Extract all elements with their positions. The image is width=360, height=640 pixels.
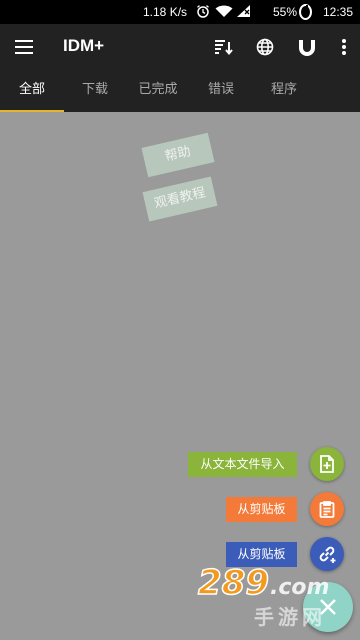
from-clipboard-label[interactable]: 从剪贴板 — [226, 497, 297, 522]
clipboard-icon — [319, 501, 335, 518]
watch-tutorial-button[interactable]: 观看教程 — [142, 176, 218, 222]
svg-text:289: 289 — [198, 563, 269, 603]
battery-percentage: 55% — [273, 5, 298, 19]
watermark-logo: 289 .com 手游网 — [197, 562, 329, 629]
more-icon[interactable] — [333, 36, 355, 58]
from-clipboard-button[interactable] — [310, 492, 344, 526]
clock: 12:35 — [323, 5, 354, 19]
tab-downloading[interactable]: 下载 — [64, 70, 126, 110]
svg-text:手游网: 手游网 — [254, 605, 326, 629]
import-from-text-file-label[interactable]: 从文本文件导入 — [188, 452, 297, 477]
magnet-icon[interactable] — [296, 36, 318, 58]
globe-icon[interactable] — [254, 36, 276, 58]
sort-icon[interactable] — [212, 36, 234, 58]
network-speed: 1.18 K/s — [143, 5, 188, 19]
battery-icon — [299, 4, 312, 20]
wifi-icon — [215, 4, 233, 20]
menu-icon[interactable] — [15, 38, 33, 54]
help-button[interactable]: 帮助 — [141, 132, 215, 178]
tab-errors[interactable]: 错误 — [190, 70, 252, 110]
file-add-icon — [320, 455, 334, 473]
app-bar: IDM+ — [0, 24, 360, 70]
app-title: IDM+ — [63, 36, 105, 55]
alarm-icon — [196, 4, 210, 20]
signal-icon — [236, 4, 252, 20]
tab-indicator — [0, 110, 64, 112]
tab-bar: 全部 下载 已完成 错误 程序 — [0, 70, 360, 112]
tab-completed[interactable]: 已完成 — [126, 70, 190, 110]
status-bar: 1.18 K/s 55% 12:35 — [0, 0, 360, 24]
import-from-text-file-button[interactable] — [310, 447, 344, 481]
svg-text:.com: .com — [270, 575, 329, 600]
tab-programs[interactable]: 程序 — [252, 70, 316, 110]
tab-all[interactable]: 全部 — [0, 70, 64, 110]
